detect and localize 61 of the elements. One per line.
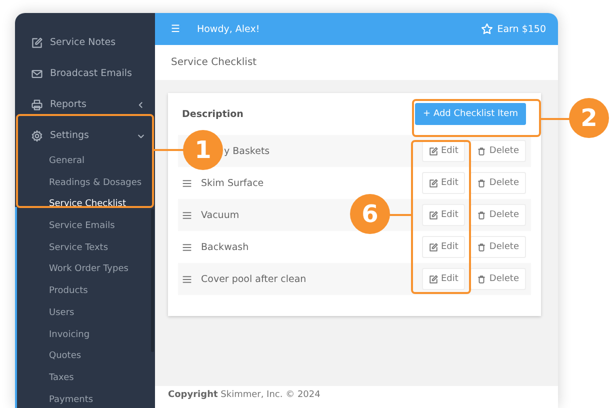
step-badge: 2 [569, 98, 609, 138]
greeting: Howdy, Alex! [196, 24, 261, 34]
table-cell: Vacuum [201, 210, 240, 220]
sidebar-subitem[interactable]: Invoicing [49, 324, 90, 346]
edit-icon [31, 36, 43, 48]
edit-button[interactable]: Edit [422, 268, 466, 290]
edit-icon [428, 210, 438, 220]
trash-icon [477, 242, 486, 252]
sidebar-item[interactable]: Settings [15, 120, 155, 151]
table-cell: Cover pool after clean [201, 274, 306, 284]
scrollbar[interactable] [151, 209, 154, 352]
edit-icon [428, 274, 438, 284]
drag-handle-icon[interactable] [182, 242, 192, 252]
delete-button[interactable]: Delete [470, 236, 526, 258]
sidebar-subitem[interactable]: Users [49, 302, 74, 324]
trash-icon [477, 274, 486, 284]
leader-line [388, 214, 411, 216]
mail-icon [31, 68, 43, 80]
edit-icon [428, 178, 438, 188]
table-cell: Skim Surface [201, 178, 264, 188]
delete-button[interactable]: Delete [470, 204, 526, 226]
edit-icon [428, 146, 438, 156]
sidebar-subitem[interactable]: Service Emails [49, 216, 115, 238]
drag-handle-icon[interactable] [182, 210, 192, 220]
edit-button[interactable]: Edit [422, 140, 466, 162]
delete-button[interactable]: Delete [470, 140, 526, 162]
sidebar-item[interactable]: Reports [15, 89, 155, 120]
edit-button[interactable]: Edit [422, 204, 466, 226]
sidebar-subitem[interactable]: Products [49, 281, 88, 303]
sidebar-item[interactable]: Service Notes [15, 27, 155, 58]
table-cell: y Baskets [224, 146, 270, 156]
sidebar-subitem[interactable]: General [49, 151, 84, 173]
drag-handle-icon[interactable] [182, 274, 192, 284]
trash-icon [477, 146, 486, 156]
delete-button[interactable]: Delete [470, 268, 526, 290]
table-cell: Backwash [201, 242, 249, 252]
sidebar-subitem[interactable]: Taxes [49, 368, 74, 390]
edit-button[interactable]: Edit [422, 172, 466, 194]
sidebar-subitem[interactable]: Work Order Types [49, 259, 128, 282]
trash-icon [477, 178, 486, 188]
sidebar-subitem[interactable]: Service Checklist [49, 194, 126, 216]
earn-link[interactable]: Earn $150 [481, 23, 546, 35]
delete-button[interactable]: Delete [470, 172, 526, 194]
sidebar-subitem[interactable]: Payments [49, 390, 94, 408]
sidebar-subitem[interactable]: Service Texts [49, 238, 108, 260]
leader-line [154, 149, 186, 151]
edit-icon [428, 242, 438, 252]
sidebar-subitem[interactable]: Readings & Dosages [49, 172, 142, 194]
add-button[interactable]: + Add Checklist Item [415, 103, 526, 125]
sidebar-subitem[interactable]: Quotes [49, 346, 82, 368]
drag-handle-icon[interactable] [182, 178, 192, 188]
trash-icon [477, 210, 486, 220]
printer-icon [31, 98, 43, 110]
edit-button[interactable]: Edit [422, 236, 466, 258]
page-title: Service Checklist [171, 57, 257, 68]
footer-text: Copyright Skimmer, Inc. © 2024 [155, 386, 558, 408]
star-icon [481, 23, 494, 35]
column-header: Description [182, 108, 244, 120]
sidebar-item[interactable]: Broadcast Emails [15, 58, 155, 89]
menu-icon[interactable]: ☰ [171, 24, 180, 34]
settings-icon [31, 130, 43, 142]
